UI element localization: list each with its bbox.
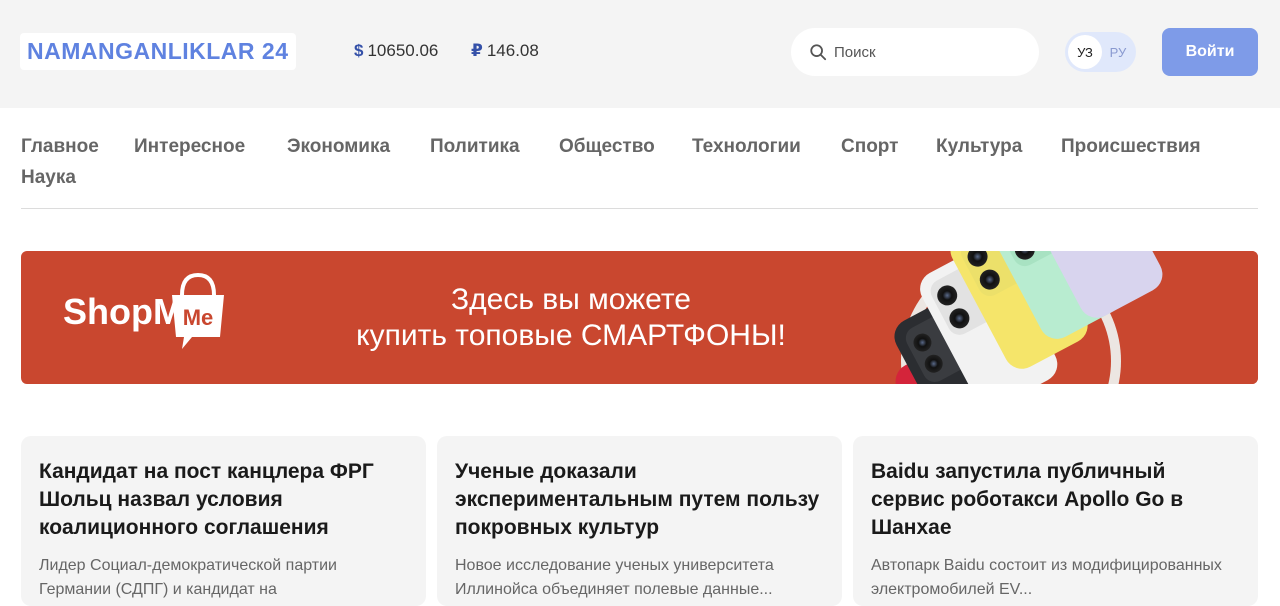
banner-line-2: купить топовые СМАРТФОНЫ! xyxy=(356,319,786,352)
news-card-title[interactable]: Кандидат на пост канцлера ФРГ Шольц назв… xyxy=(39,458,409,542)
search-box[interactable] xyxy=(791,28,1039,76)
site-logo[interactable]: NAMANGANLIKLAR 24 xyxy=(20,33,296,70)
logo-text: NAMANGANLIKLAR 24 xyxy=(27,38,289,64)
nav-item-incidents[interactable]: Происшествия xyxy=(1061,136,1201,158)
nav-item-technology[interactable]: Технологии xyxy=(692,136,801,158)
rub-rate-value: 146.08 xyxy=(486,41,539,60)
smartphones-image xyxy=(861,251,1258,384)
news-card[interactable]: Кандидат на пост канцлера ФРГ Шольц назв… xyxy=(21,436,426,606)
nav-item-sport[interactable]: Спорт xyxy=(841,136,898,158)
nav-item-main[interactable]: Главное xyxy=(21,136,99,158)
banner-line-1: Здесь вы можете xyxy=(451,283,691,316)
language-toggle[interactable]: УЗ РУ xyxy=(1065,32,1136,72)
ruble-icon: ₽ xyxy=(471,41,483,60)
search-icon xyxy=(810,44,827,61)
lang-ru[interactable]: РУ xyxy=(1102,35,1134,69)
ad-banner[interactable]: ShopMe Me Здесь вы можете купить топовые… xyxy=(21,251,1258,384)
svg-text:Me: Me xyxy=(183,305,214,330)
nav-item-politics[interactable]: Политика xyxy=(430,136,520,158)
header: NAMANGANLIKLAR 24 $ 10650.06 ₽ 146.08 УЗ… xyxy=(0,0,1280,108)
news-card-title[interactable]: Ученые доказали экспериментальным путем … xyxy=(455,458,825,542)
news-card-title[interactable]: Baidu запустила публичный сервис роботак… xyxy=(871,458,1241,542)
lang-uz[interactable]: УЗ xyxy=(1068,35,1102,69)
rub-rate: ₽ 146.08 xyxy=(471,41,539,61)
nav-item-culture[interactable]: Культура xyxy=(936,136,1022,158)
nav-divider xyxy=(21,208,1258,209)
news-card[interactable]: Ученые доказали экспериментальным путем … xyxy=(437,436,842,606)
nav-item-economy[interactable]: Экономика xyxy=(287,136,390,158)
login-button[interactable]: Войти xyxy=(1162,28,1258,76)
nav-item-interesting[interactable]: Интересное xyxy=(134,136,245,158)
usd-rate-value: 10650.06 xyxy=(367,41,439,60)
shopping-bag-icon: Me xyxy=(172,273,224,349)
news-card[interactable]: Baidu запустила публичный сервис роботак… xyxy=(853,436,1258,606)
dollar-icon: $ xyxy=(354,41,364,60)
usd-rate: $ 10650.06 xyxy=(354,41,438,61)
search-input[interactable] xyxy=(834,43,1014,61)
nav-item-science[interactable]: Наука xyxy=(21,167,76,189)
nav-item-society[interactable]: Общество xyxy=(559,136,655,158)
